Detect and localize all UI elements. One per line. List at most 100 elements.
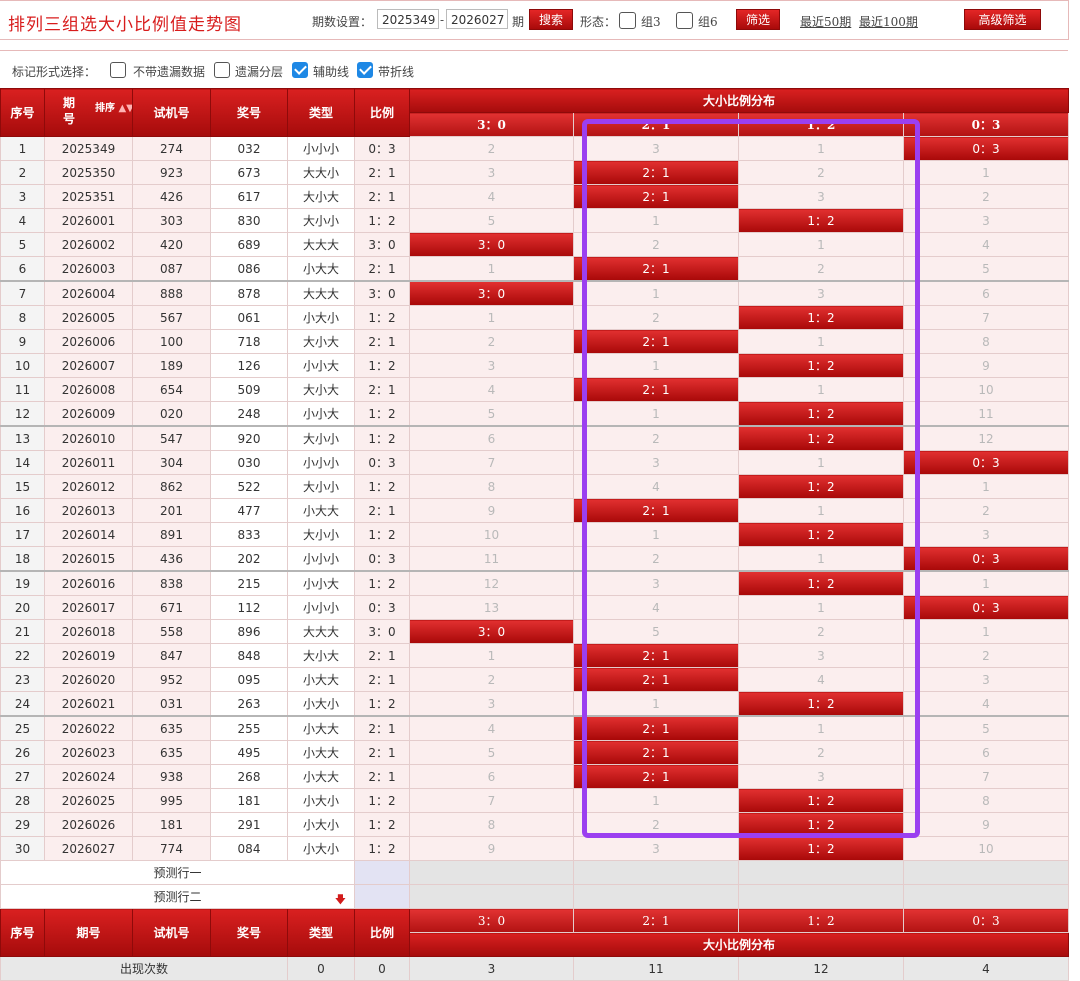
cell-type: 小大小 [287, 305, 355, 330]
cell-award-number: 848 [210, 643, 288, 668]
predict-row-1-cell[interactable] [573, 860, 739, 885]
col-award-header: 奖号 [210, 88, 288, 137]
cell-test-number: 923 [132, 160, 211, 185]
period-end-input[interactable]: 2026027 [446, 9, 508, 29]
cell-award-number: 477 [210, 498, 288, 523]
dist-miss-cell: 5 [409, 401, 574, 427]
cell-test-number: 567 [132, 305, 211, 330]
cell-seq: 1 [0, 136, 45, 161]
dist-miss-cell: 3 [903, 208, 1069, 233]
cell-test-number: 303 [132, 208, 211, 233]
predict-row-1-cell[interactable] [738, 860, 904, 885]
cell-type: 小小小 [287, 136, 355, 161]
dist-miss-cell: 8 [409, 474, 574, 499]
predict-row-2-cell[interactable] [409, 884, 574, 909]
table-row: 26 2026023 635 495 小大大 2：1 5 2：1 2 6 [0, 740, 1069, 765]
cell-test-number: 274 [132, 136, 211, 161]
dist-miss-cell: 1 [903, 570, 1069, 596]
group3-label: 组3 [641, 15, 661, 29]
dist-hit-cell: 2：1 [573, 498, 739, 523]
mark-options: 标记形式选择： 不带遗漏数据 遗漏分层 辅助线 带折线 [0, 50, 1068, 89]
dist-miss-cell: 6 [903, 740, 1069, 765]
predict-row-2-ratio[interactable] [354, 884, 410, 909]
arrow-down-icon[interactable]: 🡇 [335, 891, 346, 908]
dist-hit-cell: 1：2 [738, 812, 904, 837]
dist-miss-cell: 10 [903, 836, 1069, 861]
dist-miss-cell: 2 [738, 256, 904, 282]
table-row: 20 2026017 671 112 小小小 0：3 13 4 1 0：3 [0, 595, 1069, 620]
group3-checkbox[interactable] [619, 12, 636, 29]
dist-miss-cell: 4 [738, 667, 904, 692]
group6-checkbox[interactable] [676, 12, 693, 29]
predict-row-2-cell[interactable] [903, 884, 1069, 909]
dist-miss-cell: 1 [903, 160, 1069, 185]
cell-ratio: 2：1 [354, 160, 410, 185]
cell-award-number: 084 [210, 836, 288, 861]
count-cell: 4 [903, 956, 1069, 981]
cell-ratio: 0：3 [354, 595, 410, 620]
dist-hit-cell: 2：1 [573, 256, 739, 282]
dist-miss-cell: 3 [573, 136, 739, 161]
cell-period: 2026016 [44, 570, 133, 596]
no-miss-checkbox[interactable] [110, 62, 126, 78]
dist-miss-cell: 1 [738, 498, 904, 523]
dist-miss-cell: 1 [573, 208, 739, 233]
cell-test-number: 020 [132, 401, 211, 427]
dist-miss-cell: 1 [573, 691, 739, 717]
cell-period: 2026020 [44, 667, 133, 692]
cell-seq: 27 [0, 764, 45, 789]
table-row: 14 2026011 304 030 小小小 0：3 7 3 1 0：3 [0, 450, 1069, 475]
dist-miss-cell: 6 [903, 280, 1069, 306]
dist-miss-cell: 7 [903, 764, 1069, 789]
dist-miss-cell: 5 [573, 619, 739, 644]
dist-hit-cell: 2：1 [573, 329, 739, 354]
dist-hit-cell: 0：3 [903, 546, 1069, 572]
miss-layer-checkbox[interactable] [214, 62, 230, 78]
dist-miss-cell: 4 [573, 474, 739, 499]
dist-miss-cell: 12 [903, 425, 1069, 451]
cell-test-number: 847 [132, 643, 211, 668]
cell-ratio: 2：1 [354, 256, 410, 282]
cell-test-number: 938 [132, 764, 211, 789]
recent50-link[interactable]: 最近50期 [800, 13, 851, 30]
predict-row-2-cell[interactable] [573, 884, 739, 909]
search-button[interactable]: 搜索 [529, 9, 573, 30]
cell-award-number: 061 [210, 305, 288, 330]
cell-type: 小小大 [287, 401, 355, 427]
fold-line-checkbox[interactable] [357, 62, 373, 78]
period-start-input[interactable]: 2025349 [377, 9, 439, 29]
advanced-filter-button[interactable]: 高级筛选 [964, 9, 1041, 30]
table-row: 28 2026025 995 181 小大小 1：2 7 1 1：2 8 [0, 788, 1069, 813]
cell-type: 小小小 [287, 595, 355, 620]
cell-award-number: 095 [210, 667, 288, 692]
predict-row-1-cell[interactable] [903, 860, 1069, 885]
cell-type: 小大大 [287, 715, 355, 741]
dist-miss-cell: 11 [903, 401, 1069, 427]
cell-ratio: 2：1 [354, 764, 410, 789]
cell-period: 2026005 [44, 305, 133, 330]
cell-ratio: 2：1 [354, 184, 410, 209]
cell-period: 2026008 [44, 377, 133, 402]
predict-row-1-cell[interactable] [409, 860, 574, 885]
dist-col-header: 3：0 [409, 112, 574, 137]
table-row: 18 2026015 436 202 小小小 0：3 11 2 1 0：3 [0, 546, 1069, 572]
dist-miss-cell: 2 [409, 136, 574, 161]
sort-control[interactable]: 排序 ▲▼ [95, 99, 132, 114]
dist-hit-cell: 1：2 [738, 474, 904, 499]
dist-miss-cell: 9 [409, 498, 574, 523]
cell-test-number: 304 [132, 450, 211, 475]
predict-row-2-cell[interactable] [738, 884, 904, 909]
recent100-link[interactable]: 最近100期 [859, 13, 918, 30]
cell-ratio: 1：2 [354, 522, 410, 547]
col-period-header[interactable]: 期 号 排序 ▲▼ [44, 88, 133, 137]
dist-miss-cell: 1 [738, 595, 904, 620]
cell-period: 2026006 [44, 329, 133, 354]
filter-button[interactable]: 筛选 [736, 9, 780, 30]
predict-row-1-ratio[interactable] [354, 860, 410, 885]
aux-line-checkbox[interactable] [292, 62, 308, 78]
dist-miss-cell: 3 [573, 570, 739, 596]
cell-award-number: 263 [210, 691, 288, 717]
cell-test-number: 774 [132, 836, 211, 861]
dist-miss-cell: 3 [573, 450, 739, 475]
dist-miss-cell: 3 [409, 353, 574, 378]
